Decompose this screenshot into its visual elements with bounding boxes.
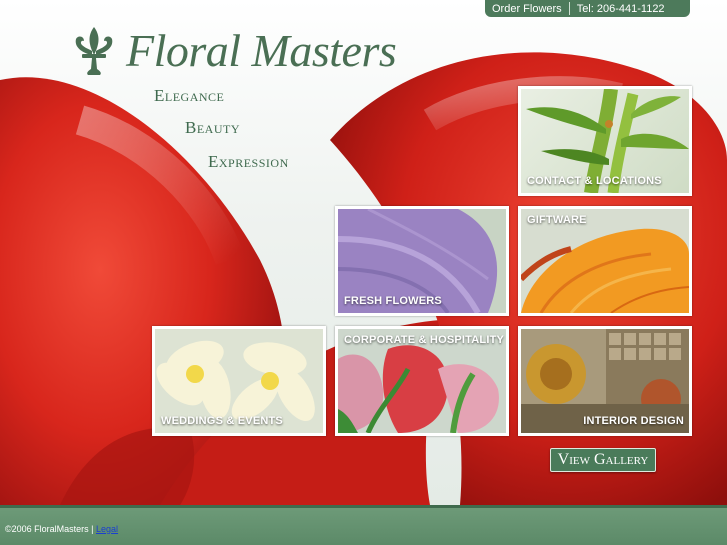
brand-logo[interactable]: Floral Masters <box>72 24 397 77</box>
tile-contact-locations[interactable]: CONTACT & LOCATIONS <box>518 86 692 196</box>
tile-corporate-hospitality[interactable]: CORPORATE & HOSPITALITY <box>335 326 509 436</box>
tile-interior-design[interactable]: INTERIOR DESIGN <box>518 326 692 436</box>
tile-label: CORPORATE & HOSPITALITY <box>344 334 505 346</box>
top-links-bar: Order Flowers Tel: 206-441-1122 <box>485 0 690 17</box>
legal-link[interactable]: Legal <box>96 524 118 534</box>
tile-label: WEDDINGS & EVENTS <box>161 415 283 427</box>
tile-label: CONTACT & LOCATIONS <box>527 175 662 187</box>
view-gallery-button[interactable]: View Gallery <box>550 448 656 472</box>
tile-label: INTERIOR DESIGN <box>583 415 684 427</box>
phone-link[interactable]: Tel: 206-441-1122 <box>570 3 672 15</box>
tile-label: GIFTWARE <box>527 214 587 226</box>
tile-fresh-flowers[interactable]: FRESH FLOWERS <box>335 206 509 316</box>
footer-text: ©2006 FloralMasters | Legal <box>5 524 118 534</box>
hero-background: Order Flowers Tel: 206-441-1122 Floral M… <box>0 0 727 505</box>
tile-label: FRESH FLOWERS <box>344 295 442 307</box>
tile-giftware[interactable]: GIFTWARE <box>518 206 692 316</box>
tagline-expression: Expression <box>208 152 289 171</box>
brand-name: Floral Masters <box>126 25 397 76</box>
order-flowers-link[interactable]: Order Flowers <box>485 3 569 15</box>
tagline-beauty: Beauty <box>185 118 240 137</box>
tile-weddings-events[interactable]: WEDDINGS & EVENTS <box>152 326 326 436</box>
tagline-elegance: Elegance <box>154 86 225 105</box>
fleur-de-lis-icon <box>75 26 113 75</box>
copyright-text: ©2006 FloralMasters | <box>5 524 94 534</box>
footer: ©2006 FloralMasters | Legal <box>0 505 727 545</box>
